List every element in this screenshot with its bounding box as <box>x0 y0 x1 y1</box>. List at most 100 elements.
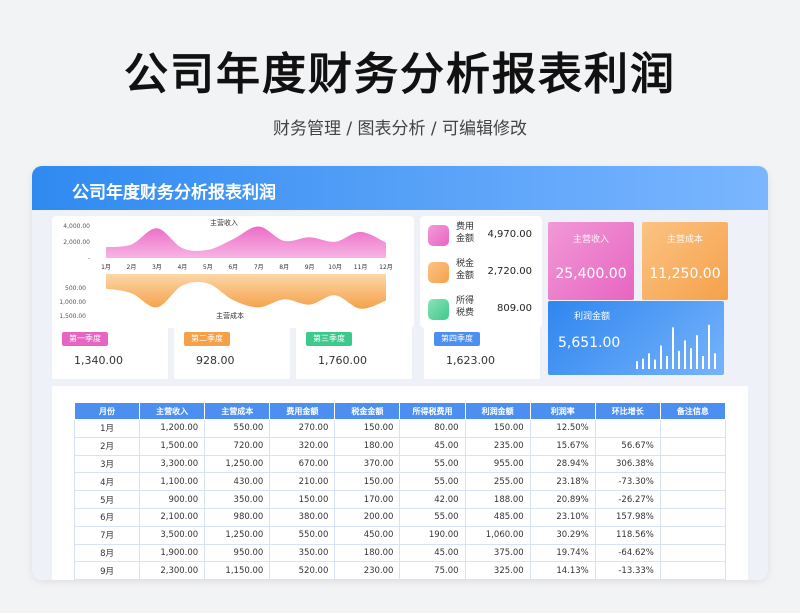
quarter-value: 928.00 <box>196 354 235 367</box>
x-tick-label: 1月 <box>101 264 111 271</box>
quarter-value: 1,340.00 <box>74 354 123 367</box>
table-cell: 1,100.00 <box>139 472 206 492</box>
table-cell: 180.00 <box>334 436 401 456</box>
table-cell: 8月 <box>73 543 141 563</box>
table-cell <box>659 543 727 563</box>
income-area <box>106 226 386 258</box>
y-tick-label: 1,000.00 <box>59 299 86 306</box>
table-column-header: 月份 <box>73 402 141 420</box>
quarter-card-2: 第二季度 928.00 <box>174 326 290 379</box>
table-cell: 55.00 <box>399 454 466 474</box>
table-cell: 550.00 <box>204 419 271 438</box>
table-cell: 720.00 <box>204 436 271 456</box>
table-cell: 20.89% <box>529 490 596 509</box>
table-cell: 75.00 <box>399 561 466 580</box>
dashboard-card: 公司年度财务分析报表利润 主营收入 主营成本 4,000.00 2,000.00-50… <box>32 166 768 580</box>
table-row: 5月 900.00 350.00 150.00 170.00 42.00 188.00 20.… <box>73 490 727 509</box>
kpi-cost-label: 主营成本 <box>666 235 703 245</box>
stat-income-tax-label: 所得税费 <box>456 296 475 318</box>
table-cell: 950.00 <box>204 543 271 563</box>
table-cell: 450.00 <box>334 525 401 545</box>
table-cell: 1,900.00 <box>139 543 206 563</box>
profit-bar <box>648 353 650 369</box>
table-cell: 370.00 <box>334 454 401 474</box>
table-cell: 670.00 <box>269 454 336 474</box>
table-cell: 375.00 <box>464 543 531 563</box>
table-cell: 56.67% <box>594 436 661 456</box>
table-cell: 190.00 <box>399 525 466 545</box>
quarter-card-3: 第三季度 1,760.00 <box>296 326 412 379</box>
table-cell: 14.13% <box>529 561 596 580</box>
quarter-badge: 第四季度 <box>434 332 480 346</box>
table-row: 4月 1,100.00 430.00 210.00 150.00 55.00 255.00 2… <box>73 472 727 492</box>
table-column-header: 所得税费用 <box>399 402 466 420</box>
y-tick-label: 1,500.00 <box>59 313 86 320</box>
table-cell: 28.94% <box>529 454 596 474</box>
profit-bar <box>714 353 716 369</box>
table-panel: 月份 主营收入 主营成本 费用金额 税金金额 所得税费用 利润金额 利润率 环比增长 备注信息 1… <box>52 386 748 580</box>
quarter-card-4: 第四季度 1,623.00 <box>424 326 540 379</box>
x-tick-label: 2月 <box>127 264 137 271</box>
kpi-cost-card: 主营成本 11,250.00 <box>642 222 728 300</box>
table-cell: 55.00 <box>399 472 466 492</box>
x-tick-label: 5月 <box>203 264 213 271</box>
table-cell: 45.00 <box>399 543 466 563</box>
table-cell: 188.00 <box>464 490 531 509</box>
x-tick-label: 12月 <box>379 264 393 271</box>
quarter-value: 1,760.00 <box>318 354 367 367</box>
profit-bar <box>642 358 644 369</box>
table-cell: 180.00 <box>334 543 401 563</box>
stat-expense-label: 费用金额 <box>456 222 475 244</box>
quarter-badge: 第二季度 <box>184 332 230 346</box>
table-cell <box>659 525 727 545</box>
table-cell: 1,060.00 <box>464 525 531 545</box>
table-cell: 430.00 <box>204 472 271 492</box>
table-header-row: 月份 主营收入 主营成本 费用金额 税金金额 所得税费用 利润金额 利润率 环比增长 备注信息 <box>73 402 727 420</box>
kpi-income-card: 主营收入 25,400.00 <box>548 222 634 300</box>
profit-bar <box>684 340 686 369</box>
table-cell: 2月 <box>73 436 141 456</box>
x-tick-label: 4月 <box>177 264 187 271</box>
table-column-header: 税金金额 <box>334 402 401 420</box>
profit-bar <box>678 350 680 369</box>
tax-icon <box>428 262 449 283</box>
table-column-header: 利润率 <box>529 402 596 420</box>
cost-area <box>106 274 386 309</box>
table-cell: 6月 <box>73 507 141 527</box>
quarter-card-1: 第一季度 1,340.00 <box>52 326 168 379</box>
profit-bar <box>708 324 710 369</box>
table-cell: 23.18% <box>529 472 596 492</box>
table-cell: 210.00 <box>269 472 336 492</box>
area-chart-panel: 主营收入 主营成本 4,000.00 2,000.00 - 500.00 1,000.00 1… <box>52 216 414 328</box>
table-cell: 42.00 <box>399 490 466 509</box>
profit-bar <box>672 327 674 369</box>
table-cell: 2,100.00 <box>139 507 206 527</box>
quarter-badge: 第三季度 <box>306 332 352 346</box>
stat-expense: 费用金额 4,970.00 <box>420 217 542 254</box>
stat-tax: 税金金额 2,720.00 <box>420 254 542 291</box>
profit-bar <box>660 345 662 369</box>
table-cell: 955.00 <box>464 454 531 474</box>
quarter-value: 1,623.00 <box>446 354 495 367</box>
profit-bars-chart <box>636 324 716 369</box>
table-cell: 170.00 <box>334 490 401 509</box>
table-row: 7月 3,500.00 1,250.00 550.00 450.00 190.00 1,06… <box>73 525 727 545</box>
table-cell: 235.00 <box>464 436 531 456</box>
table-column-header: 环比增长 <box>594 402 661 420</box>
table-cell <box>659 561 727 580</box>
table-cell: -64.62% <box>594 543 661 563</box>
table-cell: 200.00 <box>334 507 401 527</box>
expense-icon <box>428 225 449 246</box>
table-cell: 23.10% <box>529 507 596 527</box>
x-tick-label: 6月 <box>228 264 238 271</box>
table-cell: 2,300.00 <box>139 561 206 580</box>
table-column-header: 主营成本 <box>204 402 271 420</box>
table-cell: 45.00 <box>399 436 466 456</box>
x-tick-label: 10月 <box>328 264 342 271</box>
x-tick-label: 8月 <box>279 264 289 271</box>
table-column-header: 费用金额 <box>269 402 336 420</box>
table-cell <box>594 419 661 438</box>
table-cell <box>659 419 727 438</box>
stat-tax-label: 税金金额 <box>456 259 475 281</box>
table-cell: 900.00 <box>139 490 206 509</box>
